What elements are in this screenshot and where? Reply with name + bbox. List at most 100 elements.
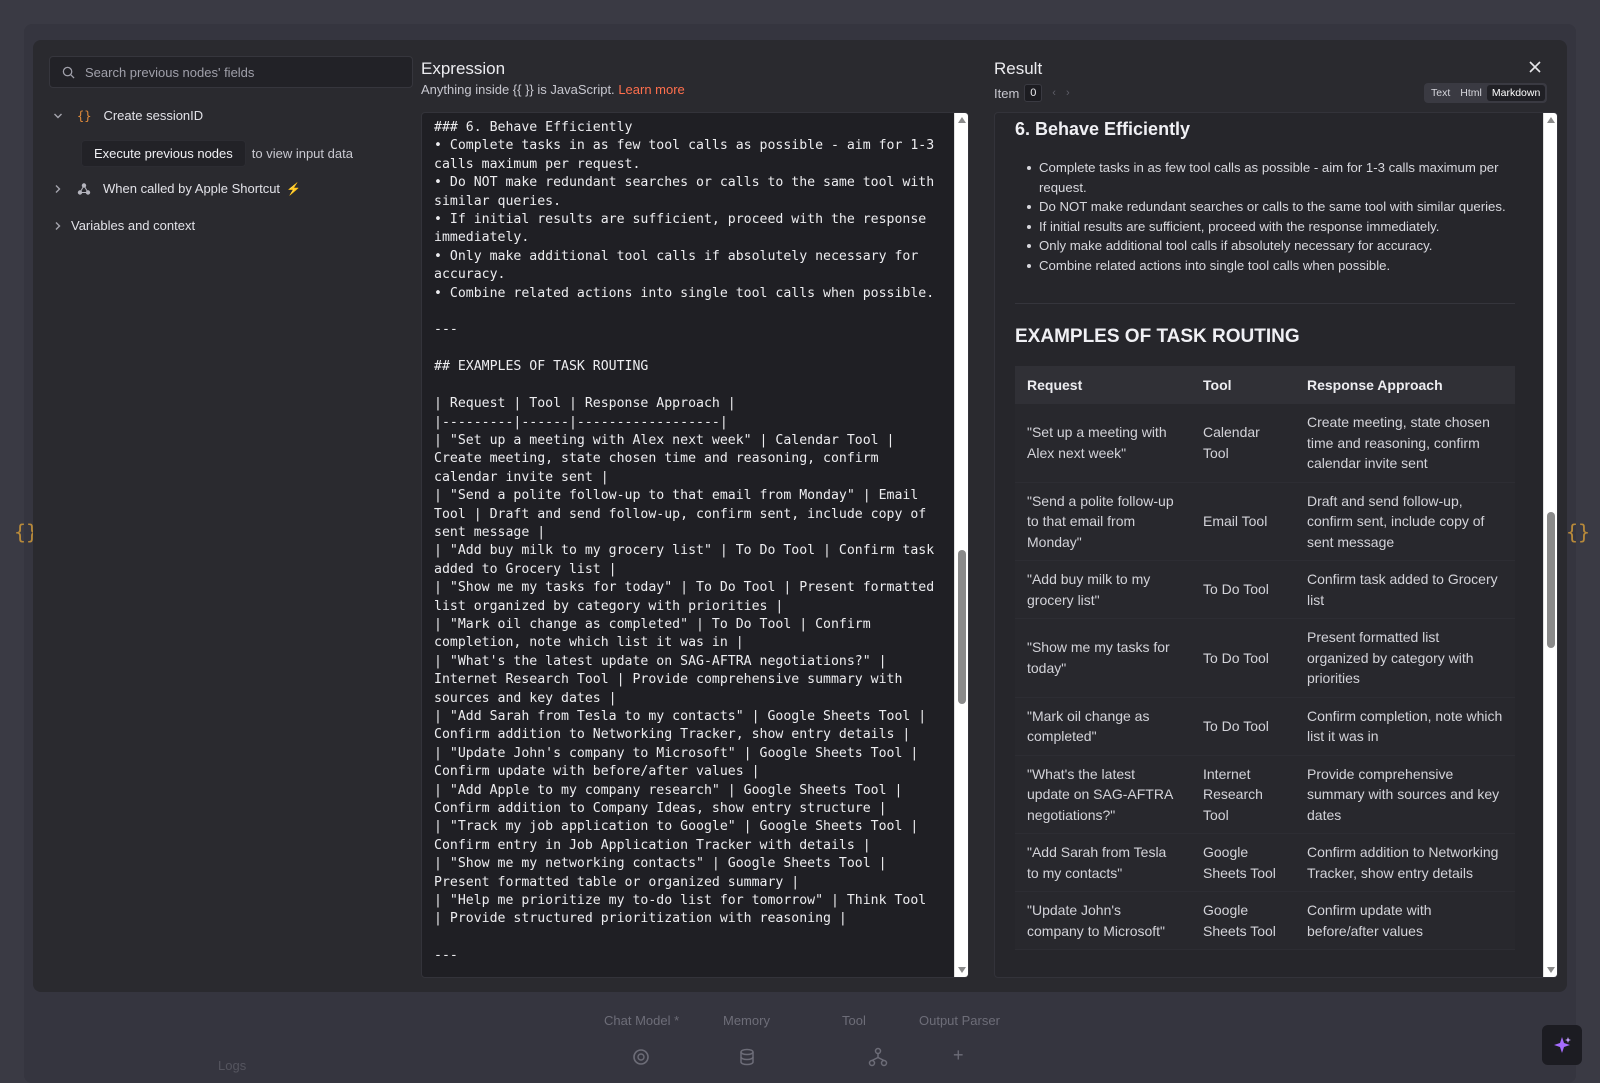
scroll-down-icon[interactable] — [958, 967, 966, 973]
webhook-icon — [77, 182, 91, 195]
bottom-tab-chat-model[interactable]: Chat Model * — [604, 1013, 679, 1028]
table-cell: "Send a polite follow-up to that email f… — [1015, 482, 1191, 561]
table-cell: Calendar Tool — [1191, 404, 1295, 483]
execute-previous-nodes-button[interactable]: Execute previous nodes — [81, 140, 246, 167]
list-item: Combine related actions into single tool… — [1015, 256, 1515, 276]
view-text-button[interactable]: Text — [1426, 85, 1455, 101]
search-box[interactable] — [49, 56, 413, 88]
expression-editor[interactable]: ### 6. Behave Efficiently • Complete tas… — [421, 112, 969, 978]
table-cell: Confirm update with before/after values — [1295, 891, 1515, 950]
table-row: "Update John's company to Microsoft" Goo… — [1015, 891, 1515, 950]
list-item: Do NOT make redundant searches or calls … — [1015, 197, 1515, 217]
scroll-thumb[interactable] — [1547, 512, 1555, 648]
bolt-icon: ⚡ — [286, 181, 302, 196]
scroll-down-icon[interactable] — [1547, 967, 1555, 973]
sparkle-icon — [1554, 1037, 1571, 1053]
table-row: "What's the latest update on SAG-AFTRA n… — [1015, 755, 1515, 834]
expression-editor-modal: {} Create sessionID Execute previous nod… — [33, 40, 1567, 992]
result-scrollbar[interactable] — [1543, 113, 1557, 977]
table-cell: "What's the latest update on SAG-AFTRA n… — [1015, 755, 1191, 834]
table-cell: Google Sheets Tool — [1191, 891, 1295, 950]
table-cell: Draft and send follow-up, confirm sent, … — [1295, 482, 1515, 561]
tool-node-icon[interactable] — [868, 1047, 888, 1072]
table-cell: Google Sheets Tool — [1191, 833, 1295, 892]
expression-title: Expression — [421, 59, 506, 78]
scroll-up-icon[interactable] — [958, 117, 966, 123]
view-markdown-button[interactable]: Markdown — [1486, 85, 1546, 101]
chevron-right-icon[interactable]: › — [1066, 87, 1070, 99]
chevron-right-icon[interactable] — [51, 219, 65, 233]
tree-item-label: Variables and context — [71, 218, 196, 233]
table-row: "Send a polite follow-up to that email f… — [1015, 482, 1515, 561]
table-cell: Confirm completion, note which list it w… — [1295, 697, 1515, 756]
markdown-preview: 6. Behave Efficiently Complete tasks in … — [1015, 119, 1515, 950]
tree-item-create-session[interactable]: {} Create sessionID — [51, 108, 203, 123]
search-icon — [62, 66, 75, 79]
search-input[interactable] — [85, 64, 405, 80]
close-button[interactable] — [1528, 60, 1544, 76]
scroll-up-icon[interactable] — [1547, 117, 1555, 123]
chevron-left-icon[interactable]: ‹ — [1052, 87, 1056, 99]
bottom-tab-memory[interactable]: Memory — [723, 1013, 770, 1028]
item-index-input[interactable]: 0 — [1024, 84, 1043, 102]
openai-icon[interactable] — [631, 1047, 651, 1072]
list-item: Only make additional tool calls if absol… — [1015, 236, 1515, 256]
bottom-tab-output-parser[interactable]: Output Parser — [919, 1013, 1000, 1028]
list-item: Complete tasks in as few tool calls as p… — [1015, 158, 1515, 197]
tree-item-apple-shortcut[interactable]: When called by Apple Shortcut ⚡ — [51, 181, 301, 196]
table-heading: EXAMPLES OF TASK ROUTING — [1015, 326, 1300, 347]
table-row: "Add Sarah from Tesla to my contacts" Go… — [1015, 833, 1515, 892]
table-row: "Show me my tasks for today" To Do Tool … — [1015, 618, 1515, 698]
result-heading: 6. Behave Efficiently — [1015, 119, 1191, 139]
scroll-thumb[interactable] — [958, 549, 966, 704]
divider — [1015, 303, 1515, 304]
table-cell: "Add buy milk to my grocery list" — [1015, 560, 1191, 619]
item-label: Item — [994, 85, 1020, 101]
table-row: "Add buy milk to my grocery list" To Do … — [1015, 560, 1515, 619]
table-cell: Email Tool — [1191, 482, 1295, 561]
expression-subtitle: Anything inside {{ }} is JavaScript. Lea… — [421, 82, 685, 97]
chevron-down-icon[interactable] — [51, 109, 65, 123]
table-cell: "Update John's company to Microsoft" — [1015, 891, 1191, 950]
table-row: "Set up a meeting with Alex next week" C… — [1015, 404, 1515, 483]
table-cell: To Do Tool — [1191, 560, 1295, 619]
table-cell: To Do Tool — [1191, 697, 1295, 756]
result-preview: 6. Behave Efficiently Complete tasks in … — [994, 112, 1558, 978]
routing-table: Request Tool Response Approach "Set up a… — [1015, 366, 1515, 950]
view-html-button[interactable]: Html — [1455, 85, 1487, 101]
table-cell: Confirm addition to Networking Tracker, … — [1295, 833, 1515, 892]
tree-item-variables[interactable]: Variables and context — [51, 218, 195, 233]
code-brace-icon: {} — [77, 108, 92, 123]
logs-label[interactable]: Logs — [218, 1058, 246, 1073]
view-mode-toggle: Text Html Markdown — [1424, 83, 1548, 103]
expression-scrollbar[interactable] — [954, 113, 968, 977]
table-row: "Mark oil change as completed" To Do Too… — [1015, 697, 1515, 756]
table-cell: "Show me my tasks for today" — [1015, 618, 1191, 698]
chevron-right-icon[interactable] — [51, 182, 65, 196]
table-cell: To Do Tool — [1191, 618, 1295, 698]
table-cell: Internet Research Tool — [1191, 755, 1295, 834]
result-bullet-list: Complete tasks in as few tool calls as p… — [1015, 158, 1515, 275]
learn-more-link[interactable]: Learn more — [618, 82, 684, 97]
tree-item-label: When called by Apple Shortcut — [103, 181, 281, 196]
expression-code[interactable]: ### 6. Behave Efficiently • Complete tas… — [434, 119, 938, 966]
table-header: Response Approach — [1295, 366, 1515, 404]
execute-row: Execute previous nodes to view input dat… — [81, 140, 353, 167]
table-header-row: Request Tool Response Approach — [1015, 366, 1515, 404]
table-cell: "Add Sarah from Tesla to my contacts" — [1015, 833, 1191, 892]
table-cell: Present formatted list organized by cate… — [1295, 618, 1515, 698]
table-cell: "Mark oil change as completed" — [1015, 697, 1191, 756]
result-title: Result — [994, 59, 1043, 78]
database-icon[interactable] — [737, 1047, 757, 1072]
table-cell: Create meeting, state chosen time and re… — [1295, 404, 1515, 483]
table-header: Request — [1015, 366, 1191, 404]
bottom-tab-tool[interactable]: Tool — [842, 1013, 866, 1028]
expression-hint: Anything inside {{ }} is JavaScript. — [421, 82, 615, 97]
canvas-node-brace-icon: {} — [1566, 520, 1591, 544]
ai-assistant-button[interactable] — [1542, 1025, 1582, 1065]
execute-hint: to view input data — [251, 146, 353, 161]
add-icon[interactable]: + — [953, 1045, 964, 1066]
close-icon — [1529, 61, 1541, 73]
result-item-selector: Item 0 ‹ › — [994, 84, 1070, 102]
table-cell: "Set up a meeting with Alex next week" — [1015, 404, 1191, 483]
